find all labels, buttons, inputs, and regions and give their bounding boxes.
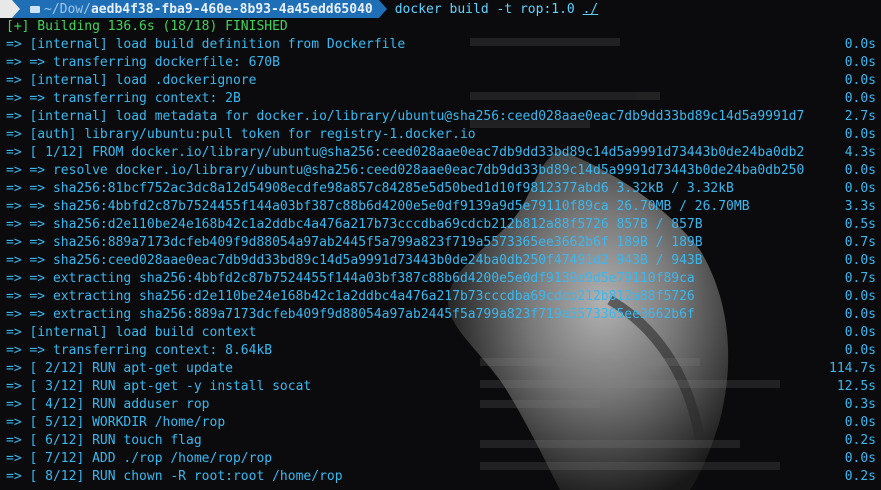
build-step-line: => [ 4/12] RUN adduser rop 0.3s <box>6 396 876 414</box>
build-step-text: => => sha256:d2e110be24e168b42c1a2ddbc4a… <box>6 217 703 232</box>
build-step-line: => => sha256:d2e110be24e168b42c1a2ddbc4a… <box>6 216 876 234</box>
command-text: docker build -t rop:1.0 ./ <box>395 2 599 17</box>
build-step-duration: 4.3s <box>844 145 876 160</box>
build-step-duration: 0.0s <box>844 415 876 430</box>
build-step-duration: 0.7s <box>844 271 876 286</box>
build-step-line: => [ 8/12] RUN chown -R root:root /home/… <box>6 468 876 486</box>
build-step-line: => [ 7/12] ADD ./rop /home/rop/rop 0.0s <box>6 450 876 468</box>
build-step-text: => [internal] load metadata for docker.i… <box>6 109 805 124</box>
build-step-text: => [auth] library/ubuntu:pull token for … <box>6 127 476 142</box>
build-step-duration: 0.0s <box>844 55 876 70</box>
shell-prompt: ~/Dow/aedb4f38-fba9-460e-8b93-4a45edd650… <box>0 0 881 18</box>
build-step-duration: 0.5s <box>844 217 876 232</box>
build-step-text: => => transferring context: 2B <box>6 91 241 106</box>
build-step-line: => => sha256:889a7173dcfeb409f9d88054a97… <box>6 234 876 252</box>
build-step-duration: 0.0s <box>844 307 876 322</box>
build-step-text: => => sha256:4bbfd2c87b7524455f144a03bf3… <box>6 199 750 214</box>
build-step-duration: 0.0s <box>844 127 876 142</box>
build-step-line: => => sha256:4bbfd2c87b7524455f144a03bf3… <box>6 198 876 216</box>
path-directory: aedb4f38-fba9-460e-8b93-4a45edd65040 <box>90 1 373 17</box>
build-step-duration: 0.0s <box>844 91 876 106</box>
build-step-text: => [ 8/12] RUN chown -R root:root /home/… <box>6 469 343 484</box>
build-step-text: => [internal] load build context <box>6 325 257 340</box>
build-step-line: => => resolve docker.io/library/ubuntu@s… <box>6 162 876 180</box>
command-main: docker build -t rop:1.0 <box>394 1 583 17</box>
build-step-duration: 0.2s <box>844 469 876 484</box>
build-step-text: => => resolve docker.io/library/ubuntu@s… <box>6 163 805 178</box>
build-step-line: => [ 5/12] WORKDIR /home/rop 0.0s <box>6 414 876 432</box>
build-step-duration: 2.7s <box>844 109 876 124</box>
folder-icon <box>30 5 40 13</box>
build-output: [+] Building 136.6s (18/18) FINISHED => … <box>6 18 876 486</box>
build-status-line: [+] Building 136.6s (18/18) FINISHED <box>6 19 288 34</box>
build-step-duration: 0.3s <box>844 397 876 412</box>
build-step-text: => => extracting sha256:4bbfd2c87b752445… <box>6 271 695 286</box>
build-step-line: => => sha256:81bcf752ac3dc8a12d54908ecdf… <box>6 180 876 198</box>
build-step-text: => [internal] load build definition from… <box>6 37 406 52</box>
build-step-line: => [internal] load metadata for docker.i… <box>6 108 876 126</box>
build-step-text: => => sha256:81bcf752ac3dc8a12d54908ecdf… <box>6 181 734 196</box>
path-prefix: ~/Dow/ <box>44 1 91 17</box>
build-step-duration: 0.0s <box>844 73 876 88</box>
build-step-text: => [ 7/12] ADD ./rop /home/rop/rop <box>6 451 273 466</box>
build-step-text: => => extracting sha256:889a7173dcfeb409… <box>6 307 695 322</box>
build-step-line: => [ 1/12] FROM docker.io/library/ubuntu… <box>6 144 876 162</box>
build-step-duration: 0.0s <box>844 253 876 268</box>
command-argument: ./ <box>582 1 599 17</box>
build-step-duration: 0.0s <box>844 325 876 340</box>
build-step-duration: 0.0s <box>844 289 876 304</box>
build-step-text: => [ 1/12] FROM docker.io/library/ubuntu… <box>6 145 805 160</box>
build-step-text: => => transferring context: 8.64kB <box>6 343 273 358</box>
build-step-line: => => transferring context: 2B 0.0s <box>6 90 876 108</box>
build-step-duration: 0.0s <box>844 181 876 196</box>
build-step-line: => => extracting sha256:d2e110be24e168b4… <box>6 288 876 306</box>
build-step-duration: 0.0s <box>844 163 876 178</box>
build-step-duration: 0.2s <box>844 433 876 448</box>
path-segment: ~/Dow/aedb4f38-fba9-460e-8b93-4a45edd650… <box>20 0 379 18</box>
apple-segment <box>0 0 12 18</box>
build-step-text: => => transferring dockerfile: 670B <box>6 55 280 70</box>
build-step-line: => => transferring dockerfile: 670B 0.0s <box>6 54 876 72</box>
build-step-text: => [ 6/12] RUN touch flag <box>6 433 202 448</box>
build-step-text: => => extracting sha256:d2e110be24e168b4… <box>6 289 695 304</box>
build-step-line: => [auth] library/ubuntu:pull token for … <box>6 126 876 144</box>
build-step-line: => [internal] load build definition from… <box>6 36 876 54</box>
build-step-line: => => extracting sha256:889a7173dcfeb409… <box>6 306 876 324</box>
build-step-line: => => transferring context: 8.64kB 0.0s <box>6 342 876 360</box>
build-step-text: => [ 5/12] WORKDIR /home/rop <box>6 415 226 430</box>
build-step-line: => [ 3/12] RUN apt-get -y install socat 1… <box>6 378 876 396</box>
terminal-window[interactable]: ~/Dow/aedb4f38-fba9-460e-8b93-4a45edd650… <box>0 0 881 490</box>
build-step-line: => => extracting sha256:4bbfd2c87b752445… <box>6 270 876 288</box>
build-step-duration: 3.3s <box>844 199 876 214</box>
build-step-line: => [internal] load build context 0.0s <box>6 324 876 342</box>
build-step-list: => [internal] load build definition from… <box>6 36 876 486</box>
build-step-line: => => sha256:ceed028aae0eac7db9dd33bd89c… <box>6 252 876 270</box>
build-step-text: => [ 3/12] RUN apt-get -y install socat <box>6 379 312 394</box>
prompt-separator-arrow <box>12 0 20 18</box>
build-step-line: => [ 2/12] RUN apt-get update 114.7s <box>6 360 876 378</box>
build-step-duration: 0.0s <box>844 343 876 358</box>
build-step-text: => [ 2/12] RUN apt-get update <box>6 361 233 376</box>
build-step-line: => [internal] load .dockerignore 0.0s <box>6 72 876 90</box>
build-step-text: => [internal] load .dockerignore <box>6 73 257 88</box>
build-step-duration: 12.5s <box>836 379 876 394</box>
prompt-end-arrow <box>378 0 387 18</box>
build-step-text: => [ 4/12] RUN adduser rop <box>6 397 210 412</box>
build-step-duration: 0.0s <box>844 37 876 52</box>
build-step-line: => [ 6/12] RUN touch flag 0.2s <box>6 432 876 450</box>
build-step-duration: 114.7s <box>829 361 876 376</box>
build-step-duration: 0.7s <box>844 235 876 250</box>
build-step-duration: 0.0s <box>844 451 876 466</box>
build-step-text: => => sha256:889a7173dcfeb409f9d88054a97… <box>6 235 703 250</box>
build-step-text: => => sha256:ceed028aae0eac7db9dd33bd89c… <box>6 253 703 268</box>
